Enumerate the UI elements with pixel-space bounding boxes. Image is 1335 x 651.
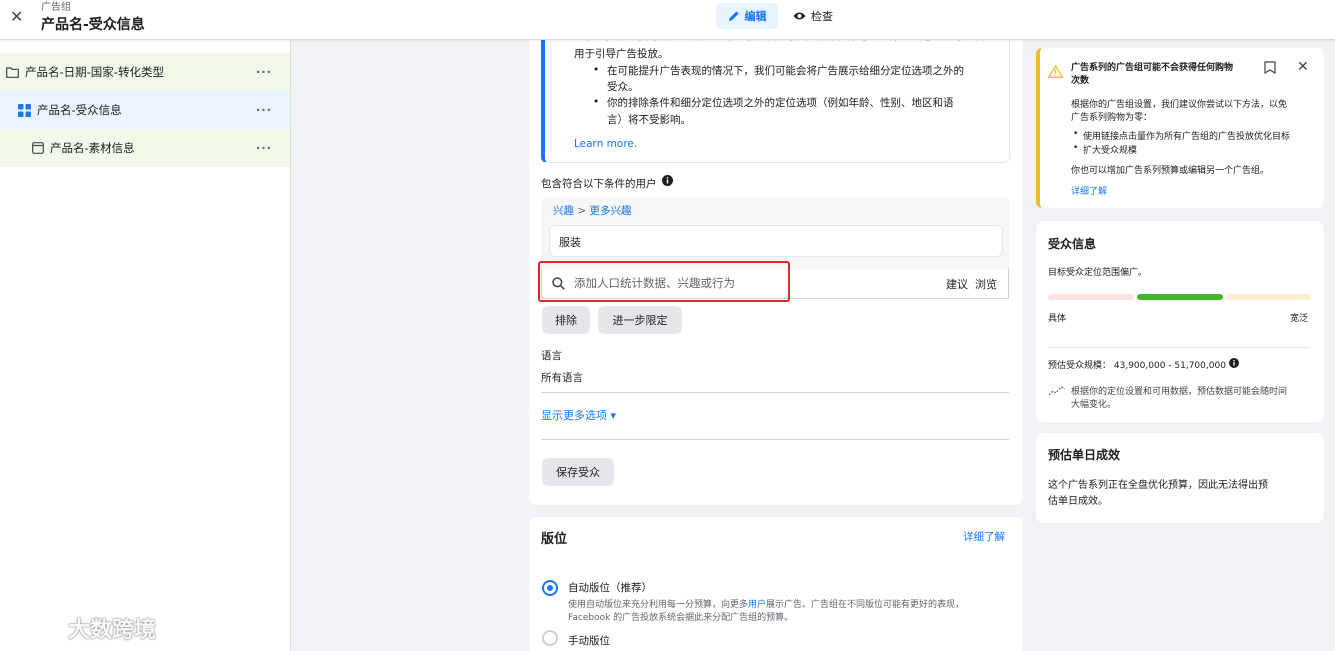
auto-placement-desc-a: 使用自动版位来充分利用每一分预算，向更多 [568, 600, 749, 610]
save-audience-button[interactable]: 保存受众 [542, 458, 614, 486]
info-icon[interactable] [662, 175, 673, 189]
tree-item-campaign[interactable]: 产品名-日期-国家-转化类型 ··· [0, 53, 290, 91]
audience-size-value: 43,900,000 - 51,700,000 [1113, 361, 1226, 371]
audience-note: 大幅变化。 [1071, 400, 1117, 410]
estimate-title: 预估单日成效 [1048, 448, 1121, 462]
top-bar: ✕ 广告组 产品名-受众信息 编辑 检查 [0, 0, 1335, 40]
auto-placement-label[interactable]: 自动版位（推荐） [568, 580, 652, 595]
grid-icon [18, 103, 31, 117]
audience-title: 受众信息 [1048, 237, 1097, 251]
placement-title: 版位 [541, 532, 568, 547]
estimate-body: 估单日成效。 [1048, 496, 1108, 507]
divider [1048, 347, 1310, 348]
tree-item-ad[interactable]: 产品名-素材信息 ··· [0, 129, 290, 167]
close-icon[interactable]: ✕ [10, 7, 23, 26]
watermark-logo [12, 618, 55, 638]
edit-mode-label: 编辑 [744, 10, 767, 23]
warning-body: 你也可以增加广告系列预算或编辑另一个广告组。 [1071, 166, 1270, 176]
auto-placement-desc: 使用自动版位来充分利用每一分预算，向更多用户展示广告。广告组在不同版位可能有更好… [568, 597, 964, 610]
warning-title: 广告系列的广告组可能不会获得任何购物 [1071, 63, 1234, 73]
warning-icon [1047, 64, 1064, 81]
save-audience-label: 保存受众 [556, 466, 600, 479]
bullet-dot: • [593, 96, 600, 108]
breadcrumb-more-interest[interactable]: 更多兴趣 [590, 205, 632, 217]
audience-subtitle: 目标受众定位范围偏广。 [1048, 268, 1148, 278]
breadcrumb-interest[interactable]: 兴趣 [553, 205, 574, 217]
estimate-body: 这个广告系列正在全盘优化预算，因此无法得出预 [1048, 480, 1268, 491]
warning-learn-more[interactable]: 详细了解 [1071, 184, 1107, 197]
info-text: 在可能提升广告表现的情况下，我们可能会将广告展示给细分定位选项之外的 [607, 65, 964, 77]
tree-item-label: 产品名-受众信息 [37, 103, 122, 117]
suggest-link[interactable]: 建议 [946, 276, 968, 292]
bullet-dot: • [593, 64, 600, 76]
info-text: 言）将不受影响。 [607, 114, 691, 126]
tree-item-adset[interactable]: 产品名-受众信息 ··· [0, 91, 290, 129]
ad-icon [32, 142, 44, 154]
manual-placement-label[interactable]: 手动版位 [568, 633, 610, 648]
trend-icon [1048, 385, 1066, 400]
edit-mode-button[interactable]: 编辑 [716, 3, 778, 29]
warning-title: 次数 [1071, 76, 1090, 86]
interest-breadcrumb: 兴趣 > 更多兴趣 [553, 203, 632, 218]
more-icon[interactable]: ··· [256, 141, 272, 155]
meter-current-segment [1137, 294, 1223, 300]
language-value[interactable]: 所有语言 [541, 370, 583, 385]
review-mode-label: 检查 [811, 10, 833, 23]
pencil-icon [728, 11, 739, 21]
meter-specific-label: 具体 [1048, 314, 1067, 324]
language-label: 语言 [541, 350, 562, 362]
divider [541, 439, 1009, 440]
learn-more-link[interactable]: Learn more. [574, 138, 637, 150]
folder-icon [6, 66, 19, 78]
close-icon[interactable]: ✕ [1297, 59, 1309, 75]
narrow-button[interactable]: 进一步限定 [598, 306, 682, 334]
warning-body: 根据你的广告组设置，我们建议你尝试以下方法，以免 [1071, 100, 1288, 110]
eye-icon [793, 12, 806, 20]
info-icon[interactable] [1229, 358, 1239, 371]
bookmark-icon[interactable] [1264, 61, 1276, 77]
auto-placement-desc: Facebook 的广告投放系统会据此来分配广告组的预算。 [568, 613, 794, 623]
bullet-dot: • [1073, 129, 1079, 139]
audience-size-label: 预估受众规模： [1048, 361, 1112, 371]
include-label: 包含符合以下条件的用户 [541, 178, 657, 190]
divider [541, 392, 1009, 393]
tree-item-label: 产品名-日期-国家-转化类型 [25, 65, 164, 79]
tree-item-label: 产品名-素材信息 [50, 141, 135, 155]
interest-tag-label: 服装 [559, 236, 581, 249]
meter-broad-segment [1226, 294, 1311, 300]
exclude-button[interactable]: 排除 [542, 306, 590, 334]
warning-body: 广告系列购物为零： [1071, 113, 1153, 123]
info-text: 你的排除条件和细分定位选项之外的定位选项（例如年龄、性别、地区和语 [607, 97, 954, 109]
audience-note: 根据你的定位设置和可用数据，预估数据可能会随时间 [1071, 387, 1288, 397]
warning-bullet: 使用链接点击量作为所有广告组的广告投放优化目标 [1083, 132, 1291, 142]
more-icon[interactable]: ··· [256, 65, 272, 79]
manual-placement-radio[interactable] [542, 630, 558, 646]
meter-broad-label: 宽泛 [1290, 314, 1309, 324]
info-text: 受众。 [607, 81, 639, 93]
section-label: 广告组 [41, 2, 71, 13]
narrow-button-label: 进一步限定 [612, 314, 668, 327]
breadcrumb-separator: > [577, 205, 587, 217]
audience-size: 预估受众规模： 43,900,000 - 51,700,000 [1048, 358, 1226, 371]
browse-link[interactable]: 浏览 [975, 276, 997, 292]
warning-bullet: 扩大受众规模 [1083, 146, 1138, 156]
highlight-frame [538, 261, 790, 302]
bullet-dot: • [1073, 143, 1079, 153]
more-icon[interactable]: ··· [256, 103, 272, 117]
campaign-tree: 产品名-日期-国家-转化类型 ··· 产品名-受众信息 ··· 产品名-素材信息… [0, 40, 291, 651]
meter-specific-segment [1048, 294, 1134, 300]
watermark: 大数跨境 [12, 612, 156, 644]
review-mode-button[interactable]: 检查 [793, 3, 833, 29]
auto-placement-radio[interactable] [542, 580, 558, 596]
page-title: 产品名-受众信息 [41, 17, 145, 33]
placement-learn-more[interactable]: 详细了解 [963, 529, 1005, 544]
interest-tag[interactable]: 服装 [549, 225, 1003, 257]
info-text: 用于引导广告投放。 [574, 48, 669, 60]
auto-placement-desc-b: 展示广告。广告组在不同版位可能有更好的表现， [766, 600, 965, 610]
watermark-text: 大数跨境 [68, 618, 157, 643]
users-link[interactable]: 用户 [748, 600, 766, 610]
exclude-button-label: 排除 [555, 314, 577, 327]
more-options-link[interactable]: 显示更多选项 ▾ [541, 407, 616, 423]
